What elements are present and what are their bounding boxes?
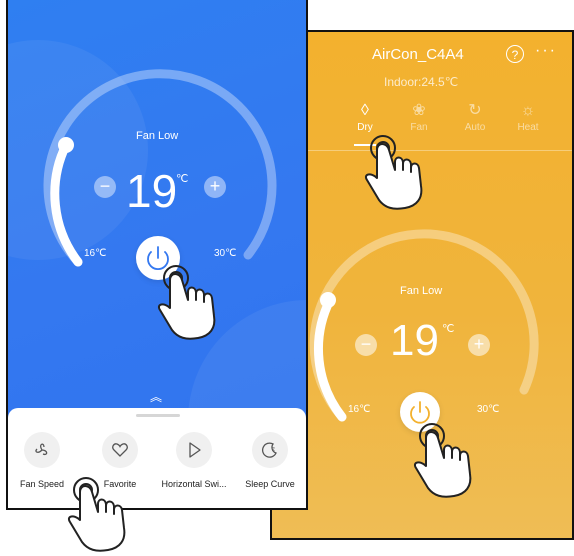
sleep-curve-button[interactable]: z Sleep Curve bbox=[232, 432, 306, 489]
power-button[interactable] bbox=[136, 236, 180, 280]
decrease-temp-button[interactable]: − bbox=[94, 176, 116, 198]
power-icon bbox=[147, 246, 169, 271]
horizontal-swing-button[interactable]: Horizontal Swi... bbox=[156, 432, 232, 489]
power-button[interactable] bbox=[400, 392, 440, 432]
max-temperature: 30℃ bbox=[477, 404, 500, 415]
panel-handle[interactable] bbox=[136, 414, 180, 417]
feature-label: Favorite bbox=[103, 479, 137, 489]
target-temperature: 19 bbox=[126, 165, 178, 217]
svg-text:z: z bbox=[272, 447, 275, 453]
favorite-button[interactable]: Favorite bbox=[82, 432, 158, 489]
feature-label: Fan Speed bbox=[19, 479, 65, 489]
fan-mode-label: Fan Low bbox=[400, 285, 443, 297]
temperature-unit: ℃ bbox=[442, 323, 455, 335]
moon-icon: z bbox=[252, 432, 288, 468]
dial-knob[interactable] bbox=[58, 137, 74, 153]
feature-label: Horizontal Swi... bbox=[161, 479, 227, 489]
yellow-screen: AirCon_C4A4 ? ··· Indoor:24.5℃ ✻ l ◊ Dry… bbox=[270, 30, 574, 540]
increase-temp-button[interactable]: + bbox=[204, 176, 226, 198]
power-icon bbox=[410, 401, 430, 424]
min-temperature: 16℃ bbox=[84, 248, 107, 259]
fan-mode-label: Fan Low bbox=[136, 130, 179, 142]
max-temperature: 30℃ bbox=[214, 248, 237, 259]
min-temperature: 16℃ bbox=[348, 404, 371, 415]
feature-panel: Fan Speed Favorite Horizontal Swi... z S… bbox=[8, 408, 306, 508]
heart-icon bbox=[102, 432, 138, 468]
target-temperature: 19 bbox=[390, 316, 439, 365]
temperature-unit: ℃ bbox=[176, 173, 189, 185]
swing-icon bbox=[176, 432, 212, 468]
fan-speed-button[interactable]: Fan Speed bbox=[8, 432, 80, 489]
feature-label: Sleep Curve bbox=[245, 479, 295, 489]
increase-temp-button[interactable]: + bbox=[468, 334, 490, 356]
expand-panel-icon[interactable]: ︽ bbox=[150, 388, 162, 405]
blue-screen: Fan Low − 19 ℃ + 16℃ 30℃ ︽ Fan Speed Fav… bbox=[6, 0, 308, 510]
fan-speed-icon bbox=[24, 432, 60, 468]
decrease-temp-button[interactable]: − bbox=[355, 334, 377, 356]
dial-knob[interactable] bbox=[320, 292, 336, 308]
